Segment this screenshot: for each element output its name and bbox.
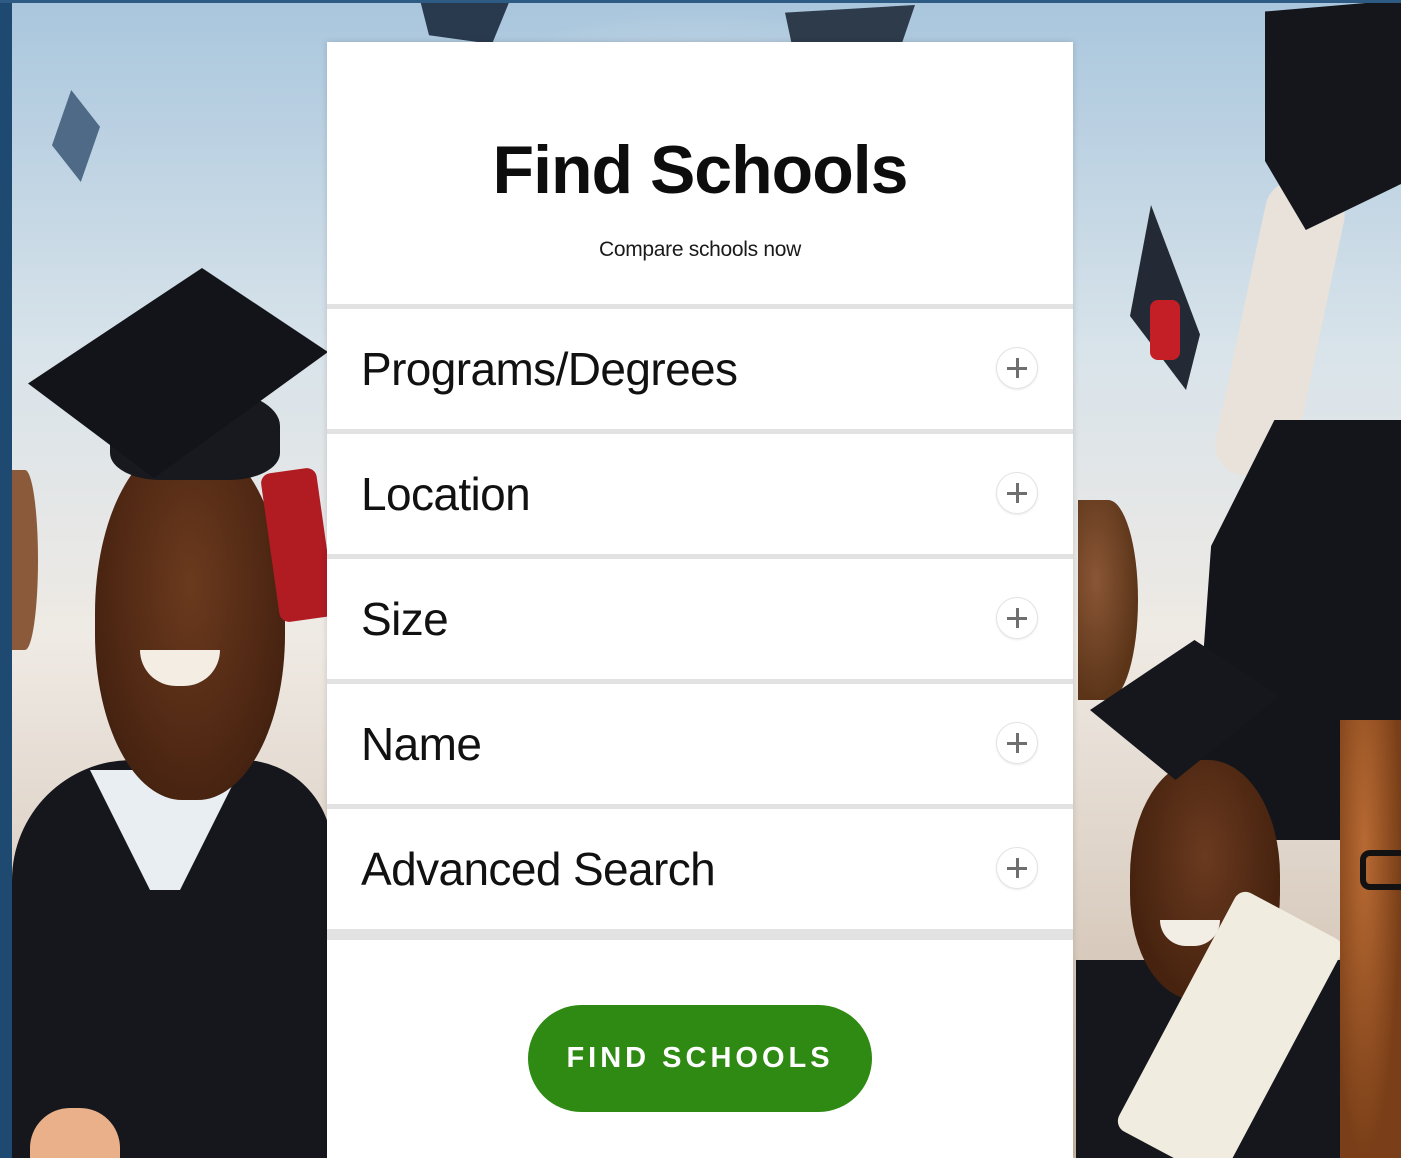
finder-title: Find Schools: [492, 132, 909, 208]
expand-toggle[interactable]: [996, 347, 1038, 389]
expand-toggle[interactable]: [996, 472, 1038, 514]
flying-cap: [420, 0, 510, 44]
filter-label: Location: [361, 468, 531, 520]
graduate-face-left: [95, 440, 285, 800]
filter-label: Name: [361, 718, 482, 770]
expand-toggle[interactable]: [996, 847, 1038, 889]
graduation-cap-right-top: [1265, 0, 1401, 230]
filter-advanced-search[interactable]: Advanced Search: [327, 809, 1073, 929]
expand-toggle[interactable]: [996, 722, 1038, 764]
plus-icon: [997, 348, 1037, 388]
plus-icon: [997, 473, 1037, 513]
glasses: [1360, 850, 1401, 890]
flying-cap: [52, 90, 100, 182]
finder-header: Find Schools Compare schools now: [327, 42, 1073, 304]
background-graduate-edge: [12, 470, 38, 650]
school-finder-card: Find Schools Compare schools now Program…: [327, 42, 1073, 1158]
top-border: [0, 0, 1401, 3]
graduation-cap-left: [28, 268, 328, 478]
filter-label: Size: [361, 593, 449, 645]
filter-programs-degrees[interactable]: Programs/Degrees: [327, 309, 1073, 429]
cap-tassel-right: [1150, 300, 1180, 360]
graduate-face-far-right: [1340, 720, 1401, 1158]
flying-cap-right: [1130, 205, 1200, 390]
filter-label: Advanced Search: [361, 843, 716, 895]
flying-cap: [785, 5, 915, 43]
finder-subtitle: Compare schools now: [598, 238, 802, 261]
filter-size[interactable]: Size: [327, 559, 1073, 679]
expand-toggle[interactable]: [996, 597, 1038, 639]
plus-icon: [997, 598, 1037, 638]
filter-label: Programs/Degrees: [361, 343, 738, 395]
background-graduate-face: [1078, 500, 1138, 700]
find-schools-button[interactable]: FIND SCHOOLS: [528, 1005, 872, 1112]
plus-icon: [997, 723, 1037, 763]
filter-accordion: Programs/Degrees Location Size Name Adva…: [327, 304, 1073, 940]
filter-name[interactable]: Name: [327, 684, 1073, 804]
page-left-edge: [0, 0, 12, 1158]
plus-icon: [997, 848, 1037, 888]
filter-location[interactable]: Location: [327, 434, 1073, 554]
